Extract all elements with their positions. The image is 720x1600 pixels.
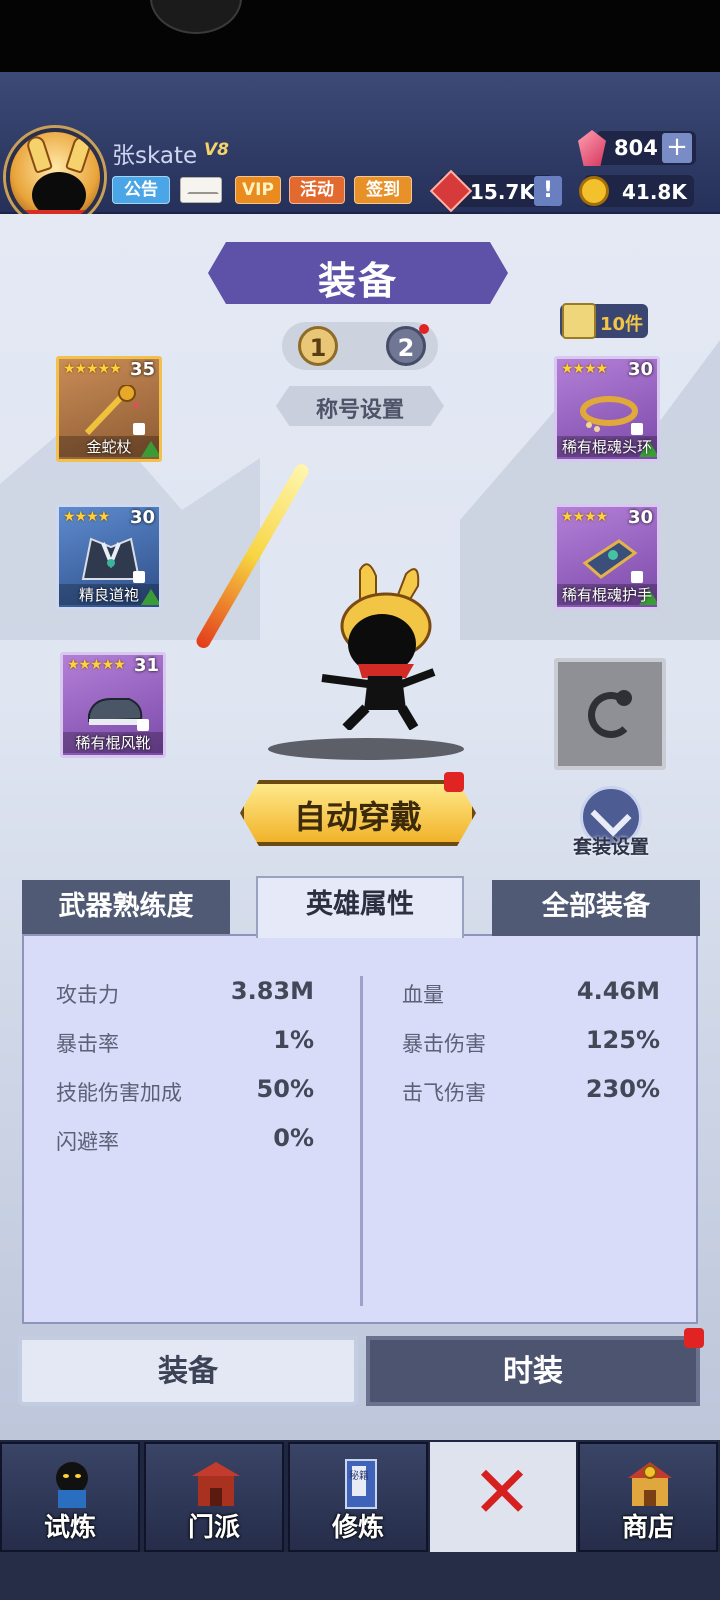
lock-icon bbox=[631, 423, 643, 435]
item-level: 30 bbox=[627, 359, 653, 380]
stat-label: 暴击伤害 bbox=[402, 1032, 486, 1056]
empty-slot-icon-dot bbox=[616, 690, 632, 706]
nav-cultivate[interactable]: 秘籍 修炼 bbox=[288, 1442, 428, 1552]
tab-equipment[interactable]: 装备 bbox=[18, 1336, 358, 1406]
stat-value: 230% bbox=[585, 1075, 660, 1103]
crossed-swords-icon: ✕ bbox=[471, 1450, 533, 1534]
nav-label: 修炼 bbox=[331, 1513, 384, 1543]
stat-value: 3.83M bbox=[230, 977, 314, 1005]
rarity-stars: ★★★★ bbox=[561, 509, 608, 525]
tab-all-equipment[interactable]: 全部装备 bbox=[492, 880, 700, 936]
boots-icon bbox=[88, 698, 143, 725]
notice-button[interactable]: 公告 bbox=[112, 176, 170, 204]
slot-bracers[interactable]: ★★★★ 30 稀有棍魂护手 bbox=[554, 504, 660, 610]
stat-label: 击飞伤害 bbox=[402, 1081, 486, 1105]
honor-info-button[interactable]: ! bbox=[534, 176, 562, 206]
nav-sect[interactable]: 门派 bbox=[144, 1442, 284, 1552]
item-level: 30 bbox=[627, 507, 653, 528]
golden-staff-icon bbox=[84, 385, 139, 435]
nav-base bbox=[0, 1552, 720, 1600]
rarity-stars: ★★★★★ bbox=[67, 657, 126, 673]
rarity-stars: ★★★★ bbox=[63, 509, 110, 525]
ninja-icon bbox=[56, 1462, 88, 1508]
slot-weapon[interactable]: ★★★★★ 35 金蛇杖 bbox=[56, 356, 162, 462]
notification-dot bbox=[684, 1328, 704, 1348]
nav-label: 门派 bbox=[187, 1513, 240, 1543]
headband-icon bbox=[580, 396, 638, 432]
bracer-icon bbox=[582, 539, 638, 579]
suit-setting-label: 套装设置 bbox=[572, 836, 649, 858]
nav-label: 商店 bbox=[621, 1513, 674, 1543]
item-name: 稀有棍魂头环 bbox=[557, 436, 657, 457]
temple-icon bbox=[192, 1462, 240, 1506]
hero-shadow bbox=[268, 738, 464, 760]
tab-hero-attributes[interactable]: 英雄属性 bbox=[256, 876, 464, 938]
panel-divider bbox=[360, 976, 363, 1306]
auto-equip-label: 自动穿戴 bbox=[293, 798, 422, 836]
notification-dot bbox=[444, 772, 464, 792]
nav-label: 试炼 bbox=[43, 1513, 96, 1543]
lock-icon bbox=[133, 423, 145, 435]
add-gems-button[interactable]: + bbox=[662, 133, 692, 163]
stat-value: 4.46M bbox=[576, 977, 660, 1005]
avatar[interactable] bbox=[6, 128, 104, 226]
rarity-stars: ★★★★ bbox=[561, 361, 608, 377]
item-name: 精良道袍 bbox=[59, 584, 159, 605]
lock-icon bbox=[133, 571, 145, 583]
coin-value: 41.8K bbox=[622, 180, 687, 204]
item-name: 稀有棍魂护手 bbox=[557, 584, 657, 605]
notification-dot bbox=[419, 324, 429, 334]
rarity-stars: ★★★★★ bbox=[63, 361, 122, 377]
item-level: 30 bbox=[129, 507, 155, 528]
stat-value: 0% bbox=[273, 1124, 314, 1152]
tab-fashion[interactable]: 时装 bbox=[366, 1336, 700, 1406]
item-level: 31 bbox=[133, 655, 159, 676]
robe-icon bbox=[81, 537, 141, 580]
lock-icon bbox=[137, 719, 149, 731]
signin-button[interactable]: 签到 bbox=[354, 176, 412, 204]
stat-label: 血量 bbox=[402, 983, 444, 1007]
loadout-1-button[interactable]: 1 bbox=[298, 326, 338, 366]
item-level: 35 bbox=[129, 359, 155, 380]
stat-value: 125% bbox=[585, 1026, 660, 1054]
stat-value: 50% bbox=[256, 1075, 314, 1103]
stat-label: 闪避率 bbox=[56, 1130, 119, 1154]
vip-button[interactable]: VIP bbox=[235, 176, 281, 204]
scroll-icon bbox=[562, 303, 596, 339]
stat-value: 1% bbox=[273, 1026, 314, 1054]
secret-book-icon: 秘籍 bbox=[345, 1459, 377, 1509]
slot-armor[interactable]: ★★★★ 30 精良道袍 bbox=[56, 504, 162, 610]
stat-label: 技能伤害加成 bbox=[56, 1081, 182, 1105]
page-title: 装备 bbox=[317, 259, 398, 303]
slot-boots[interactable]: ★★★★★ 31 稀有棍风靴 bbox=[60, 652, 166, 758]
stat-label: 暴击率 bbox=[56, 1032, 119, 1056]
lock-icon bbox=[631, 571, 643, 583]
mail-icon[interactable] bbox=[180, 177, 222, 203]
title-setting-label: 称号设置 bbox=[315, 398, 404, 423]
item-name: 稀有棍风靴 bbox=[63, 732, 163, 753]
status-bar bbox=[0, 0, 720, 72]
shop-icon bbox=[628, 1462, 672, 1506]
player-name: 张skate bbox=[112, 143, 198, 169]
slot-headband[interactable]: ★★★★ 30 稀有棍魂头环 bbox=[554, 356, 660, 462]
activity-button[interactable]: 活动 bbox=[289, 176, 345, 204]
coin-icon bbox=[579, 176, 609, 206]
hero-character bbox=[321, 563, 436, 730]
stat-label: 攻击力 bbox=[56, 983, 119, 1007]
item-name: 金蛇杖 bbox=[59, 436, 159, 457]
honor-value: 15.7K bbox=[470, 180, 535, 204]
gem-value: 804 bbox=[614, 136, 658, 160]
tab-weapon-mastery[interactable]: 武器熟练度 bbox=[22, 880, 230, 936]
nav-trial[interactable]: 试炼 bbox=[0, 1442, 140, 1552]
vip-level-badge: V8 bbox=[204, 140, 229, 160]
nav-shop[interactable]: 商店 bbox=[578, 1442, 718, 1552]
book-title-text: 秘籍 bbox=[349, 1469, 369, 1482]
pieces-count: 10件 bbox=[600, 314, 644, 335]
